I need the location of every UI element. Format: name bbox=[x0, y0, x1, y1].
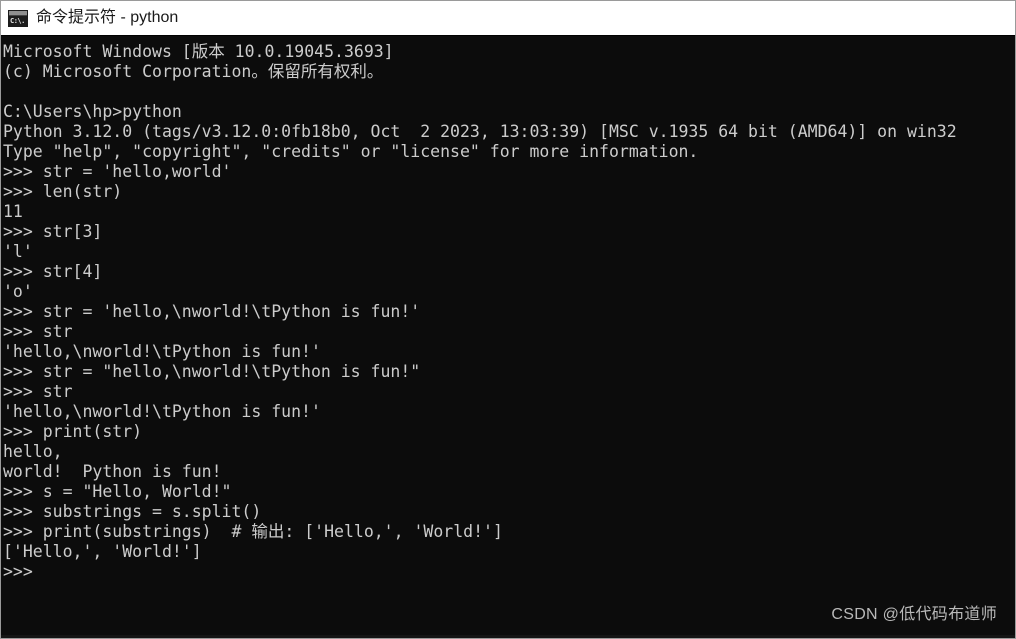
cmd-console-icon: C:\. bbox=[8, 9, 28, 27]
csdn-watermark: CSDN @低代码布道师 bbox=[831, 606, 997, 623]
console-line: 'o' bbox=[3, 282, 33, 301]
console-line: Microsoft Windows [版本 10.0.19045.3693] bbox=[3, 42, 394, 61]
console-line: >>> str[4] bbox=[3, 262, 103, 281]
console-line: 'hello,\nworld!\tPython is fun!' bbox=[3, 402, 321, 421]
console-line: >>> str = 'hello,\nworld!\tPython is fun… bbox=[3, 302, 421, 321]
console-line: Type "help", "copyright", "credits" or "… bbox=[3, 142, 699, 161]
console-line: 11 bbox=[3, 202, 23, 221]
window-titlebar[interactable]: C:\. 命令提示符 - python bbox=[1, 1, 1015, 36]
console-line: 'hello,\nworld!\tPython is fun!' bbox=[3, 342, 321, 361]
cmd-icon-prompt-text: C:\. bbox=[9, 15, 27, 26]
window-title-text: 命令提示符 - python bbox=[36, 9, 179, 26]
console-line: world! Python is fun! bbox=[3, 462, 222, 481]
console-line: >>> print(substrings) # 输出: ['Hello,', '… bbox=[3, 522, 503, 541]
console-line: >>> bbox=[3, 562, 33, 581]
console-line: C:\Users\hp>python bbox=[3, 102, 182, 121]
console-line: >>> substrings = s.split() bbox=[3, 502, 262, 521]
console-line: hello, bbox=[3, 442, 63, 461]
console-line: >>> str = 'hello,world' bbox=[3, 162, 232, 181]
console-line: >>> str[3] bbox=[3, 222, 103, 241]
console-line: >>> str bbox=[3, 322, 73, 341]
console-line: >>> len(str) bbox=[3, 182, 123, 201]
console-text-buffer: Microsoft Windows [版本 10.0.19045.3693] (c… bbox=[3, 42, 1015, 582]
console-output-area[interactable]: Microsoft Windows [版本 10.0.19045.3693] (c… bbox=[1, 36, 1015, 638]
console-line: 'l' bbox=[3, 242, 33, 261]
console-line: >>> s = "Hello, World!" bbox=[3, 482, 232, 501]
console-line: >>> str = "hello,\nworld!\tPython is fun… bbox=[3, 362, 421, 381]
window-bottom-edge bbox=[1, 635, 1015, 638]
console-line: >>> str bbox=[3, 382, 73, 401]
console-line: >>> print(str) bbox=[3, 422, 143, 441]
command-prompt-window: C:\. 命令提示符 - python Microsoft Windows [版… bbox=[0, 0, 1016, 639]
console-line: ['Hello,', 'World!'] bbox=[3, 542, 202, 561]
console-line: (c) Microsoft Corporation。保留所有权利。 bbox=[3, 62, 384, 81]
console-line: Python 3.12.0 (tags/v3.12.0:0fb18b0, Oct… bbox=[3, 122, 957, 141]
